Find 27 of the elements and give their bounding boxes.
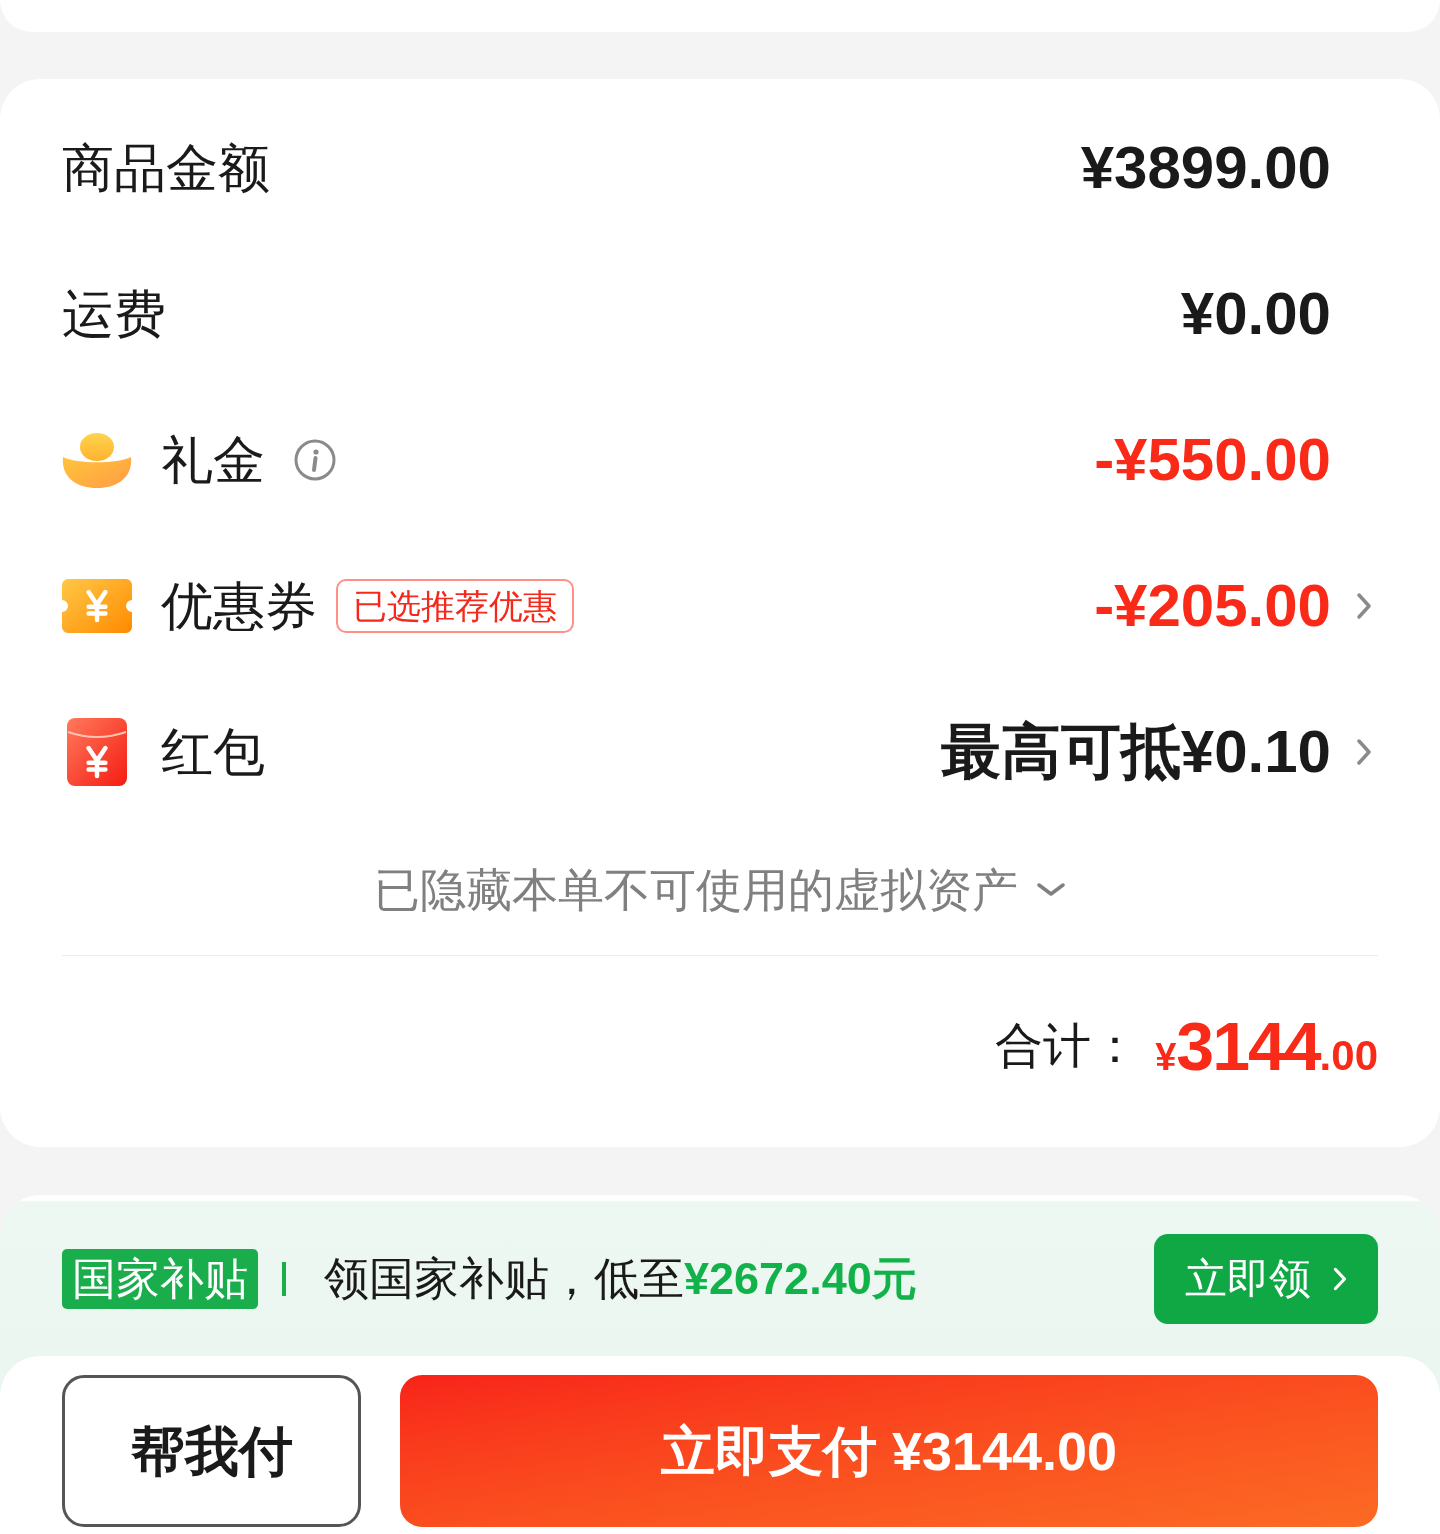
- money-envelope-icon: [67, 718, 127, 786]
- subsidy-badge: 国家补贴: [62, 1248, 258, 1309]
- hidden-assets-toggle[interactable]: 已隐藏本单不可使用的虚拟资产: [374, 867, 1066, 913]
- info-icon[interactable]: [294, 439, 336, 481]
- pay-now-button[interactable]: 立即支付 ¥3144.00: [400, 1375, 1378, 1527]
- chevron-down-icon[interactable]: [1036, 883, 1066, 897]
- row-amount[interactable]: -¥205.00: [1094, 576, 1331, 636]
- row-amount: -¥550.00: [1094, 430, 1331, 490]
- coupon-ticket-icon: [62, 579, 132, 633]
- row-amount: ¥3899.00: [1080, 138, 1331, 198]
- pay-for-me-button[interactable]: 帮我付: [62, 1375, 361, 1527]
- recommended-tag: 已选推荐优惠: [336, 579, 574, 633]
- row-amount: ¥0.00: [1180, 284, 1331, 344]
- chevron-right-icon: [1333, 1266, 1347, 1291]
- total-amount: ¥3144.00: [1155, 1012, 1378, 1080]
- chevron-right-icon[interactable]: [1356, 738, 1372, 766]
- row-label: 红包: [161, 726, 265, 778]
- row-label: 礼金: [161, 434, 265, 486]
- row-label: 商品金额: [62, 142, 270, 194]
- row-amount[interactable]: 最高可抵¥0.10: [940, 722, 1331, 782]
- row-label: 运费: [62, 288, 166, 340]
- ingot-icon: [62, 432, 132, 488]
- row-label: 优惠券: [161, 580, 317, 632]
- claim-button[interactable]: 立即领: [1154, 1233, 1378, 1324]
- chevron-right-icon[interactable]: [1356, 592, 1372, 620]
- subsidy-text: 领国家补贴，低至¥2672.40元: [324, 1256, 917, 1301]
- total-label: 合计：: [995, 1022, 1140, 1070]
